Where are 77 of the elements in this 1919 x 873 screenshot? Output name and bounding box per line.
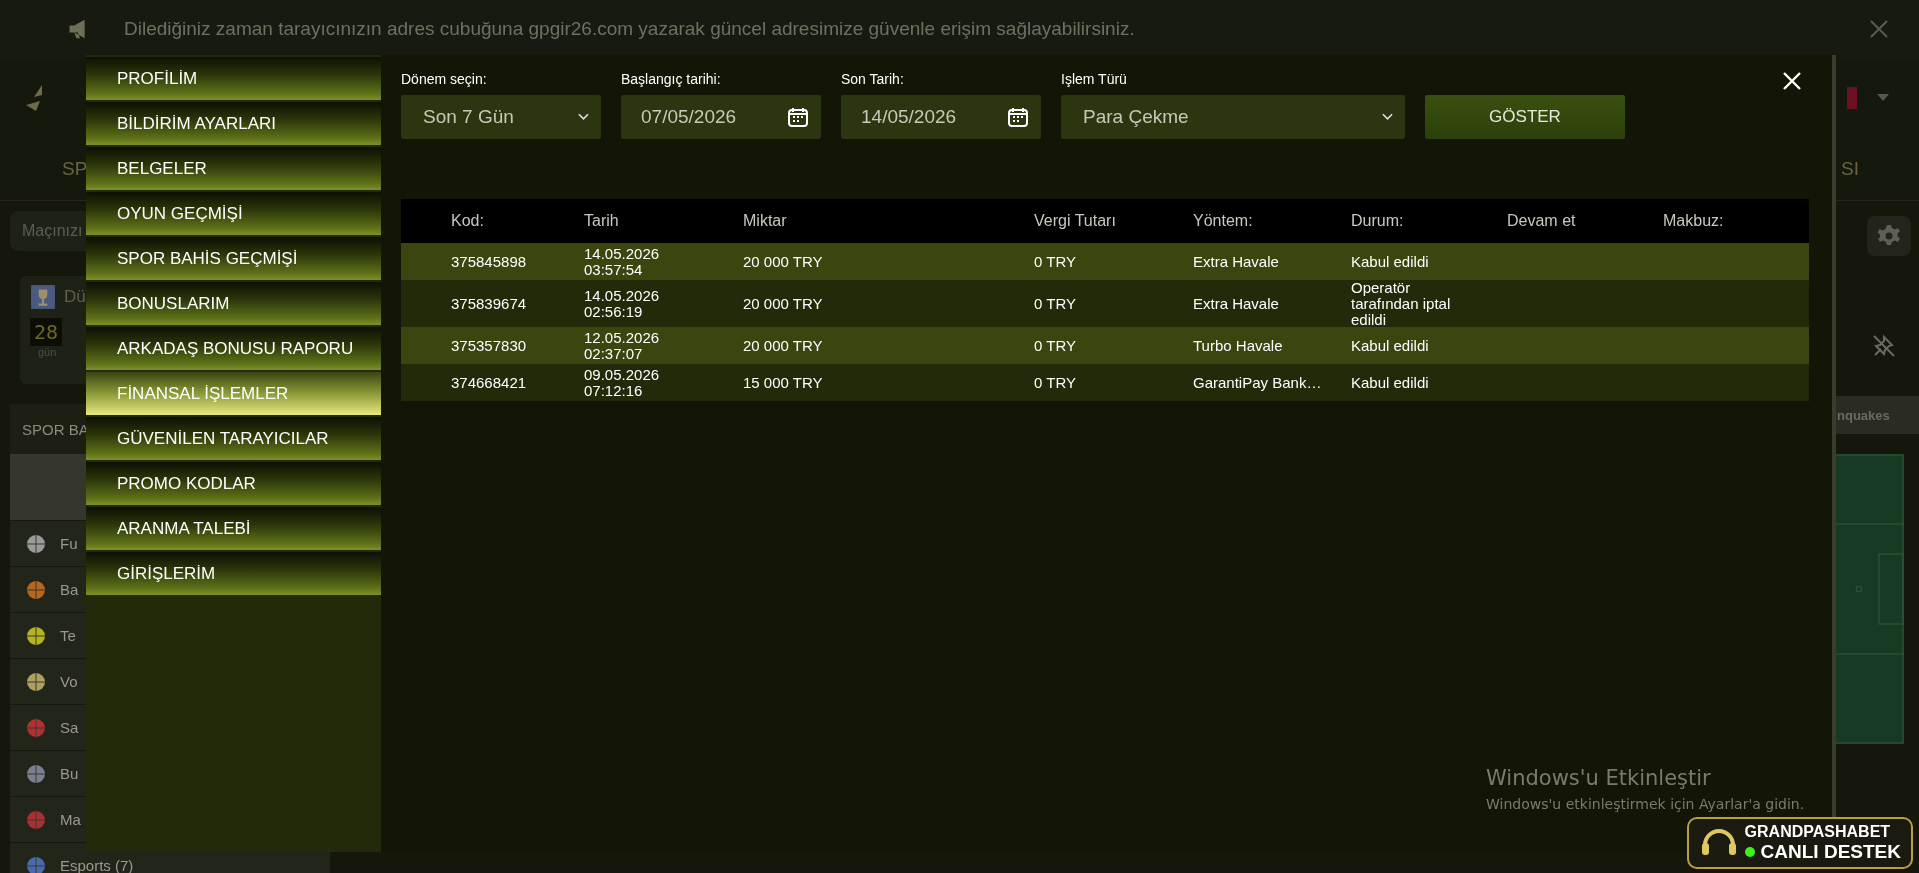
column-header: Devam et: [1507, 212, 1577, 230]
table-cell-text: 374668421: [451, 374, 528, 391]
ball-icon: [26, 579, 46, 600]
table-cell-text: 12.05.2026 02:37:07: [584, 330, 661, 362]
column-header: Yöntem:: [1193, 212, 1254, 230]
table-cell-text: 375845898: [451, 253, 528, 270]
table-cell-text: 14.05.2026 03:57:54: [584, 245, 661, 278]
live-support-button[interactable]: GRANDPASHABET CANLI DESTEK: [1686, 817, 1913, 869]
activation-text: Windows'u etkinleştirmek için Ayarlar'a gidin.: [1486, 796, 1805, 812]
menu-item[interactable]: BİLDİRİM AYARLARI: [86, 102, 381, 145]
notice-text: Dilediğiniz zaman tarayıcınızın adres cubuğuna gpgir26.com yazarak güncel adresimize güvenle erişim sağlayabilirsiniz.: [124, 18, 1136, 40]
table-cell-text: Operatör tarafından iptal edildi: [1351, 280, 1452, 328]
calendar-icon: [787, 106, 809, 128]
table-cell-text: 20 000 TRY: [743, 295, 824, 312]
field-label: Işlem Türü: [1061, 71, 1128, 87]
settings-icon: [1877, 224, 1901, 248]
menu-item[interactable]: BONUSLARIM: [86, 282, 381, 325]
menu-item[interactable]: GÜVENİLEN TARAYICILAR: [86, 417, 381, 460]
menu-item[interactable]: GİRİŞLERİM: [86, 552, 381, 595]
column-header: Kod:: [451, 212, 485, 230]
ball-icon: [26, 763, 46, 784]
settings-button[interactable]: [1867, 216, 1911, 256]
menu-item[interactable]: ARKADAŞ BONUSU RAPORU: [86, 327, 381, 370]
menu-item[interactable]: PROFİLİM: [86, 57, 381, 100]
field-label: Son Tarih:: [841, 71, 905, 87]
pin-icon[interactable]: [1872, 334, 1896, 358]
table-cell-text: 15 000 TRY: [743, 374, 824, 391]
dropdown[interactable]: Son 7 Gün: [401, 95, 601, 139]
table-cell-text: Extra Havale: [1193, 295, 1280, 312]
event-title: Dü: [64, 287, 86, 307]
chevron-icon: [1382, 113, 1393, 121]
table-cell-text: 375839674: [451, 295, 528, 312]
table-cell-text: Kabul edildi: [1351, 253, 1430, 270]
trophy-icon: [30, 284, 56, 310]
table-cell-text: 09.05.2026 07:12:16: [584, 367, 661, 399]
ball-icon: [26, 717, 46, 738]
caret-icon[interactable]: [1877, 94, 1889, 102]
table-cell-text: 20 000 TRY: [743, 337, 824, 354]
menu-item[interactable]: ARANMA TALEBİ: [86, 507, 381, 550]
date-field[interactable]: 14/05/2026: [841, 95, 1041, 139]
table-cell-text: 0 TRY: [1034, 253, 1077, 270]
field-label: Başlangıç tarihi:: [621, 71, 722, 87]
date-field[interactable]: 07/05/2026: [621, 95, 821, 139]
support-label: CANLI DESTEK: [1760, 841, 1901, 863]
table-cell-text: Turbo Havale: [1193, 337, 1284, 354]
ball-icon: [26, 809, 46, 830]
table-cell-text: 14.05.2026 02:56:19: [584, 287, 661, 320]
activation-title: Windows'u Etkinleştir: [1486, 766, 1712, 790]
brand-name: GRANDPASHABET: [1744, 823, 1892, 841]
menu-item[interactable]: OYUN GEÇMİŞİ: [86, 192, 381, 235]
ball-icon: [26, 533, 46, 554]
table-cell-text: 0 TRY: [1034, 374, 1077, 391]
column-header: Makbuz:: [1663, 212, 1725, 230]
calendar-icon: [1007, 106, 1029, 128]
table-cell-text: Kabul edildi: [1351, 374, 1430, 391]
column-header: Tarih: [584, 212, 620, 230]
menu-item[interactable]: PROMO KODLAR: [86, 462, 381, 505]
chevron-icon: [578, 113, 589, 121]
table-cell-text: 20 000 TRY: [743, 253, 824, 270]
ball-icon: [26, 671, 46, 692]
column-header: Durum:: [1351, 212, 1405, 230]
column-header: Miktar: [743, 212, 788, 230]
ball-icon: [26, 855, 46, 873]
menu-item[interactable]: BELGELER: [86, 147, 381, 190]
table-cell-text: Kabul edildi: [1351, 337, 1430, 354]
table-cell-text: GarantiPay Bank…: [1193, 374, 1323, 391]
dropdown[interactable]: Para Çekme: [1061, 95, 1405, 139]
table-cell-text: 375357830: [451, 337, 528, 354]
show-button[interactable]: GÖSTER: [1425, 95, 1625, 139]
table-cell-text: 0 TRY: [1034, 337, 1077, 354]
countdown-value: 28: [30, 318, 63, 346]
column-header: Vergi Tutarı: [1034, 212, 1117, 230]
field-label: Dönem seçin:: [401, 71, 488, 87]
table-cell-text: 0 TRY: [1034, 295, 1077, 312]
menu-item[interactable]: SPOR BAHİS GEÇMİŞİ: [86, 237, 381, 280]
ball-icon: [26, 625, 46, 646]
table-cell-text: Extra Havale: [1193, 253, 1280, 270]
